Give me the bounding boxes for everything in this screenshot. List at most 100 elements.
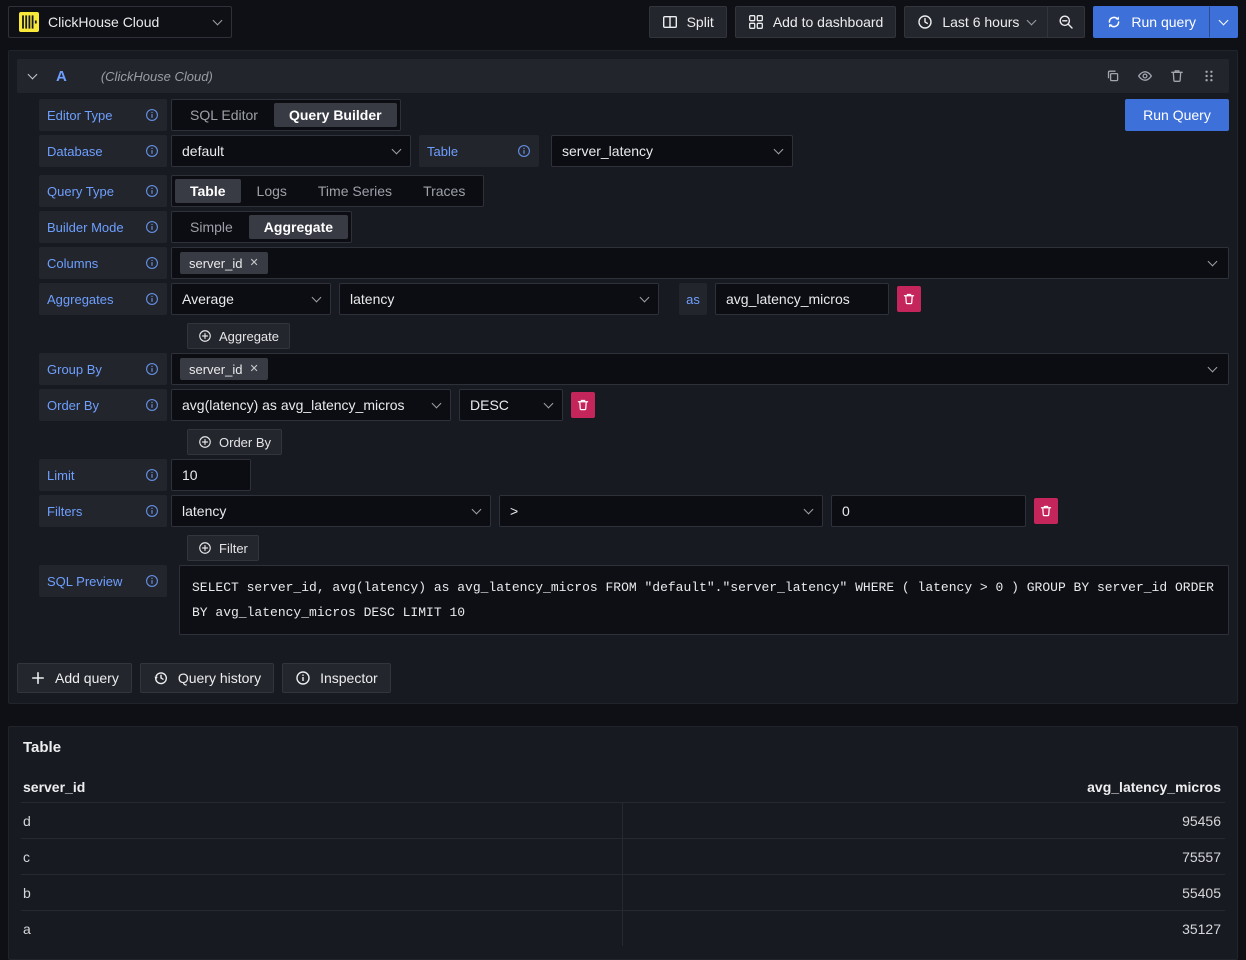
table-header-row: server_id avg_latency_micros — [21, 772, 1225, 802]
builder-mode-option-simple[interactable]: Simple — [175, 215, 248, 239]
aggregate-function-select[interactable]: Average — [171, 283, 331, 315]
query-builder-form: Editor Type SQL Editor Query Builder Run… — [17, 93, 1229, 635]
field-label-filters: Filters — [39, 495, 167, 527]
cell-server-id: c — [21, 839, 622, 874]
cell-server-id: a — [21, 911, 622, 946]
order-by-direction-select[interactable]: DESC — [459, 389, 563, 421]
clock-icon — [917, 14, 933, 30]
remove-icon[interactable] — [249, 258, 258, 269]
field-label-table: Table — [419, 135, 539, 167]
row-query-type: Query Type Table Logs Time Series Traces — [39, 175, 1229, 207]
apps-grid-icon — [748, 14, 764, 30]
table-row[interactable]: b 55405 — [21, 874, 1225, 910]
chevron-down-icon — [1208, 256, 1218, 266]
table-row[interactable]: a 35127 — [21, 910, 1225, 946]
selected-column-chip[interactable]: server_id — [180, 252, 268, 274]
collapse-chevron-icon[interactable] — [28, 69, 38, 79]
field-label-query-type: Query Type — [39, 175, 167, 207]
order-by-field-select[interactable]: avg(latency) as avg_latency_micros — [171, 389, 451, 421]
chevron-down-icon — [472, 504, 482, 514]
info-icon — [145, 256, 159, 270]
run-query-dropdown-button[interactable] — [1209, 6, 1238, 38]
query-type-option-logs[interactable]: Logs — [242, 179, 302, 203]
chevron-down-icon — [312, 292, 322, 302]
editor-type-radio-group: SQL Editor Query Builder — [171, 99, 401, 131]
query-row-header[interactable]: A (ClickHouse Cloud) — [17, 59, 1229, 93]
group-by-multiselect[interactable]: server_id — [171, 353, 1229, 385]
chevron-down-icon — [774, 144, 784, 154]
remove-order-by-button[interactable] — [571, 392, 595, 418]
cell-avg-latency: 35127 — [622, 911, 1226, 946]
split-label: Split — [687, 14, 714, 30]
row-add-filter: Filter — [187, 535, 1229, 561]
trash-icon[interactable] — [1169, 68, 1185, 84]
filter-field-select[interactable]: latency — [171, 495, 491, 527]
row-add-order-by: Order By — [187, 429, 1229, 455]
info-icon — [145, 144, 159, 158]
editor-type-option-query-builder[interactable]: Query Builder — [274, 103, 397, 127]
info-circle-icon — [295, 670, 311, 686]
remove-filter-button[interactable] — [1034, 498, 1058, 524]
limit-input[interactable] — [171, 459, 251, 491]
column-header-avg-latency-micros[interactable]: avg_latency_micros — [622, 779, 1225, 795]
selected-group-by-chip[interactable]: server_id — [180, 358, 268, 380]
run-query-button[interactable]: Run query — [1093, 6, 1209, 38]
filter-value-input[interactable] — [831, 495, 1026, 527]
table-row[interactable]: c 75557 — [21, 838, 1225, 874]
row-database-table: Database default Table — [39, 135, 1229, 167]
row-columns: Columns server_id — [39, 247, 1229, 279]
inspector-button[interactable]: Inspector — [282, 663, 391, 693]
eye-icon[interactable] — [1137, 68, 1153, 84]
add-to-dashboard-label: Add to dashboard — [773, 14, 884, 30]
split-button[interactable]: Split — [649, 6, 727, 38]
editor-footer: Add query Query history Inspector — [17, 663, 1229, 693]
results-table: server_id avg_latency_micros d 95456 c 7… — [21, 772, 1225, 946]
run-query-inline-button[interactable]: Run Query — [1125, 99, 1229, 131]
aggregate-column-select[interactable]: latency — [339, 283, 659, 315]
columns-multiselect[interactable]: server_id — [171, 247, 1229, 279]
row-order-by: Order By avg(latency) as avg_latency_mic… — [39, 389, 1229, 421]
table-select[interactable]: server_latency — [551, 135, 793, 167]
duplicate-icon[interactable] — [1105, 68, 1121, 84]
datasource-picker[interactable]: ClickHouse Cloud — [8, 6, 232, 38]
row-filters: Filters latency > — [39, 495, 1229, 527]
field-label-builder-mode: Builder Mode — [39, 211, 167, 243]
info-icon — [145, 468, 159, 482]
add-aggregate-button[interactable]: Aggregate — [187, 323, 290, 349]
row-sql-preview: SQL Preview SELECT server_id, avg(latenc… — [39, 565, 1229, 635]
builder-mode-option-aggregate[interactable]: Aggregate — [249, 215, 348, 239]
database-select[interactable]: default — [171, 135, 411, 167]
table-row[interactable]: d 95456 — [21, 802, 1225, 838]
query-type-radio-group: Table Logs Time Series Traces — [171, 175, 484, 207]
chevron-down-icon — [544, 398, 554, 408]
query-ref-id: A — [56, 68, 67, 85]
zoom-out-button[interactable] — [1048, 6, 1085, 38]
cell-server-id: d — [21, 803, 622, 838]
info-icon — [145, 292, 159, 306]
add-filter-button[interactable]: Filter — [187, 535, 259, 561]
chevron-down-icon — [392, 144, 402, 154]
row-builder-mode: Builder Mode Simple Aggregate — [39, 211, 1229, 243]
table-panel: Table server_id avg_latency_micros d 954… — [8, 726, 1238, 960]
add-to-dashboard-button[interactable]: Add to dashboard — [735, 6, 897, 38]
column-header-server-id[interactable]: server_id — [21, 779, 622, 795]
time-range-button[interactable]: Last 6 hours — [904, 6, 1048, 38]
remove-aggregate-button[interactable] — [897, 286, 921, 312]
filter-operator-select[interactable]: > — [499, 495, 823, 527]
time-range-label: Last 6 hours — [942, 14, 1019, 30]
field-label-limit: Limit — [39, 459, 167, 491]
remove-icon[interactable] — [249, 364, 258, 375]
aggregate-alias-input[interactable] — [715, 283, 889, 315]
field-label-group-by: Group By — [39, 353, 167, 385]
add-query-button[interactable]: Add query — [17, 663, 132, 693]
editor-type-option-sql-editor[interactable]: SQL Editor — [175, 103, 273, 127]
field-label-columns: Columns — [39, 247, 167, 279]
query-type-option-traces[interactable]: Traces — [408, 179, 480, 203]
add-order-by-button[interactable]: Order By — [187, 429, 282, 455]
query-type-option-time-series[interactable]: Time Series — [303, 179, 407, 203]
row-add-aggregate: Aggregate — [187, 323, 1229, 349]
query-type-option-table[interactable]: Table — [175, 179, 241, 203]
query-history-button[interactable]: Query history — [140, 663, 274, 693]
cell-server-id: b — [21, 875, 622, 910]
drag-handle-icon[interactable] — [1201, 68, 1217, 84]
